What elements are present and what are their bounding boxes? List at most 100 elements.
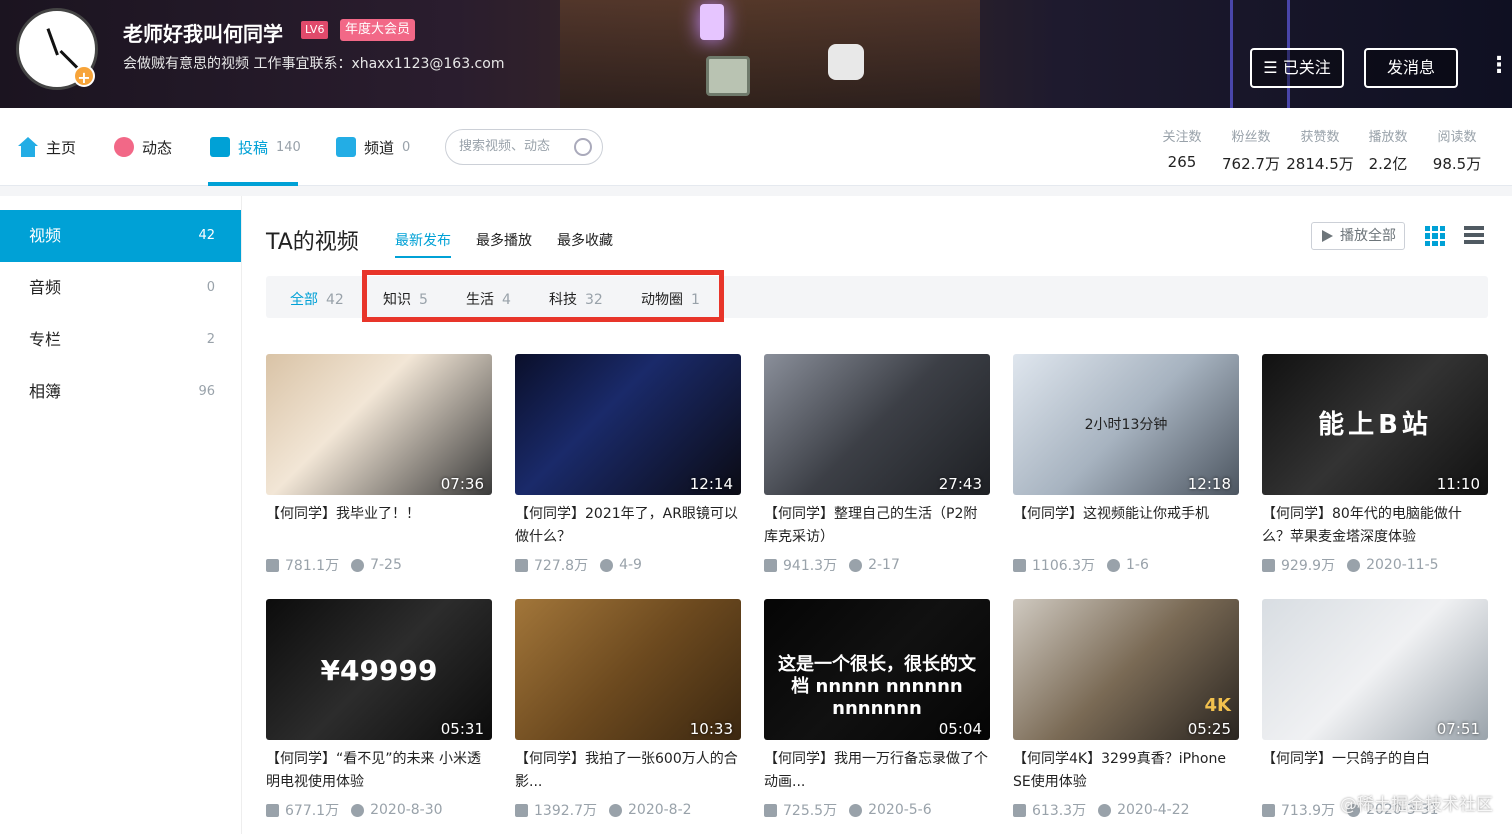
clock-icon <box>351 558 365 572</box>
video-card[interactable]: 能上B站 11:10 【何同学】80年代的电脑能做什么？苹果麦金塔深度体验 929.9… <box>1262 354 1488 575</box>
stat-reads: 阅读数 98.5万 <box>1432 130 1482 173</box>
video-title[interactable]: 【何同学】我用一万行备忘录做了个动画... <box>764 748 990 794</box>
video-title[interactable]: 【何同学】我毕业了！！ <box>266 503 492 549</box>
play-count-icon <box>764 803 777 817</box>
thumbnail-caption: ¥49999 <box>320 654 438 687</box>
video-title[interactable]: 【何同学】整理自己的生活（P2附库克采访） <box>764 503 990 549</box>
avatar[interactable]: + <box>16 8 98 90</box>
message-button[interactable]: 发消息 <box>1364 48 1458 88</box>
sidebar-item-video[interactable]: 视频 42 <box>0 210 241 262</box>
content-sidebar: 视频 42 音频 0 专栏 2 相簿 96 <box>0 196 241 834</box>
sidebar-item-album[interactable]: 相簿 96 <box>0 366 241 418</box>
video-duration: 10:33 <box>689 720 733 738</box>
level-badge: LV6 <box>301 21 329 39</box>
video-duration: 05:25 <box>1187 720 1231 738</box>
video-duration: 12:14 <box>689 475 733 493</box>
video-thumbnail[interactable]: 10:33 <box>515 599 741 740</box>
video-title[interactable]: 【何同学】2021年了，AR眼镜可以做什么？ <box>515 503 741 549</box>
home-icon <box>18 137 38 157</box>
stat-fans[interactable]: 粉丝数 762.7万 <box>1220 126 1282 174</box>
video-duration: 11:10 <box>1436 475 1480 493</box>
publish-date: 4-9 <box>619 557 642 573</box>
play-count: 941.3万 <box>783 558 838 574</box>
tab-dynamic[interactable]: 动态 <box>114 134 172 160</box>
video-thumbnail[interactable]: 2小时13分钟 12:18 <box>1013 354 1239 495</box>
sort-latest[interactable]: 最新发布 <box>395 230 451 258</box>
video-meta: 1106.3万 1-6 <box>1013 555 1239 575</box>
play-count: 713.9万 <box>1281 803 1336 819</box>
clock-icon <box>849 558 863 572</box>
video-title[interactable]: 【何同学】“看不见”的未来 小米透明电视使用体验 <box>266 748 492 794</box>
play-count-icon <box>1262 558 1275 572</box>
video-thumbnail[interactable]: 27:43 <box>764 354 990 495</box>
video-card[interactable]: 07:36 【何同学】我毕业了！！ 781.1万 7-25 <box>266 354 492 575</box>
publish-date: 2020-11-5 <box>1366 557 1439 573</box>
play-count-icon <box>515 558 528 572</box>
video-thumbnail[interactable]: 4K 05:25 <box>1013 599 1239 740</box>
video-card[interactable]: ¥49999 05:31 【何同学】“看不见”的未来 小米透明电视使用体验 677.1… <box>266 599 492 820</box>
thumbnail-caption: 2小时13分钟 <box>1084 417 1168 433</box>
video-card[interactable]: 27:43 【何同学】整理自己的生活（P2附库克采访） 941.3万 2-17 <box>764 354 990 575</box>
publish-date: 2020-4-22 <box>1117 802 1190 818</box>
search-input[interactable]: 搜索视频、动态 <box>445 129 603 165</box>
video-thumbnail[interactable]: 07:36 <box>266 354 492 495</box>
thumbnail-caption: 这是一个很长，很长的文档 nnnnn nnnnnn nnnnnnn <box>778 654 976 719</box>
clock-icon <box>1107 558 1120 572</box>
video-title[interactable]: 【何同学】一只鸽子的自白 <box>1262 748 1488 794</box>
video-thumbnail[interactable]: 能上B站 11:10 <box>1262 354 1488 495</box>
video-card[interactable]: 07:51 【何同学】一只鸽子的自白 713.9万 2020-3-31 <box>1262 599 1488 820</box>
video-card[interactable]: 这是一个很长，很长的文档 nnnnn nnnnnn nnnnnnn 05:04 【何… <box>764 599 990 820</box>
banner-cat <box>828 44 864 80</box>
list-view-icon[interactable] <box>1464 226 1484 246</box>
video-card[interactable]: 4K 05:25 【何同学4K】3299真香？iPhone SE使用体验 613.3万… <box>1013 599 1239 820</box>
video-title[interactable]: 【何同学】80年代的电脑能做什么？苹果麦金塔深度体验 <box>1262 503 1488 549</box>
video-thumbnail[interactable]: 12:14 <box>515 354 741 495</box>
video-title[interactable]: 【何同学4K】3299真香？iPhone SE使用体验 <box>1013 748 1239 794</box>
video-meta: 929.9万 2020-11-5 <box>1262 555 1488 575</box>
banner-lamp <box>700 4 724 40</box>
play-count: 1392.7万 <box>534 803 597 819</box>
video-thumbnail[interactable]: 这是一个很长，很长的文档 nnnnn nnnnnn nnnnnnn 05:04 <box>764 599 990 740</box>
video-title[interactable]: 【何同学】这视频能让你戒手机 <box>1013 503 1239 549</box>
video-title[interactable]: 【何同学】我拍了一张600万人的合影... <box>515 748 741 794</box>
sort-most-favorited[interactable]: 最多收藏 <box>557 230 613 250</box>
video-duration: 05:31 <box>440 720 484 738</box>
play-count: 1106.3万 <box>1032 558 1095 574</box>
play-count: 677.1万 <box>285 803 340 819</box>
watermark: @稀土掘金技术社区 <box>1340 795 1493 815</box>
grid-view-icon[interactable] <box>1425 226 1445 246</box>
sidebar-item-audio[interactable]: 音频 0 <box>0 262 241 314</box>
dynamic-icon <box>114 137 134 157</box>
more-icon[interactable]: ⋮ <box>1488 52 1510 84</box>
clock-icon <box>1347 558 1361 572</box>
stat-plays: 播放数 2.2亿 <box>1368 130 1408 173</box>
filter-all[interactable]: 全部 42 <box>290 289 344 309</box>
video-meta: 1392.7万 2020-8-2 <box>515 800 741 820</box>
sort-most-played[interactable]: 最多播放 <box>476 230 532 250</box>
video-meta: 727.8万 4-9 <box>515 555 741 575</box>
vip-plus-icon: + <box>73 65 95 87</box>
video-thumbnail[interactable]: 07:51 <box>1262 599 1488 740</box>
video-card[interactable]: 12:14 【何同学】2021年了，AR眼镜可以做什么？ 727.8万 4-9 <box>515 354 741 575</box>
followed-button[interactable]: ☰ 已关注 <box>1250 48 1344 88</box>
video-card[interactable]: 2小时13分钟 12:18 【何同学】这视频能让你戒手机 1106.3万 1-6 <box>1013 354 1239 575</box>
play-count: 781.1万 <box>285 558 340 574</box>
publish-date: 2-17 <box>868 557 900 573</box>
play-all-button[interactable]: 播放全部 <box>1311 222 1405 250</box>
video-duration: 27:43 <box>938 475 982 493</box>
play-count-icon <box>515 803 528 817</box>
play-count-icon <box>1013 558 1026 572</box>
vip-badge: 年度大会员 <box>340 19 416 41</box>
sidebar-item-article[interactable]: 专栏 2 <box>0 314 241 366</box>
search-icon[interactable] <box>574 138 592 156</box>
video-thumbnail[interactable]: ¥49999 05:31 <box>266 599 492 740</box>
tab-home[interactable]: 主页 <box>18 134 76 160</box>
tab-submit[interactable]: 投稿 140 <box>210 134 301 160</box>
tab-channel[interactable]: 频道 0 <box>336 134 410 160</box>
play-count: 725.5万 <box>783 803 838 819</box>
stat-following[interactable]: 关注数 265 <box>1158 126 1206 171</box>
submit-icon <box>210 137 230 157</box>
user-sign: 会做贼有意思的视频 工作事宜联系：xhaxx1123@163.com <box>123 56 505 72</box>
video-card[interactable]: 10:33 【何同学】我拍了一张600万人的合影... 1392.7万 2020-8-… <box>515 599 741 820</box>
thumbnail-caption: 4K <box>1204 695 1231 716</box>
